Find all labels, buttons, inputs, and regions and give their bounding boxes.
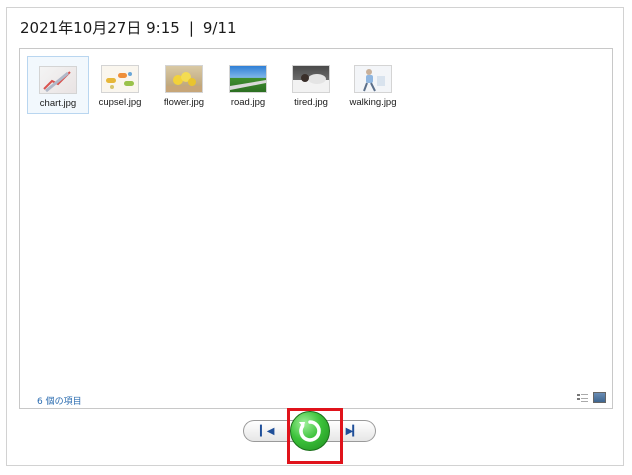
view-switcher — [576, 392, 606, 403]
skip-next-icon: ▶▎ — [345, 426, 360, 437]
capsule-thumbnail-icon — [101, 65, 139, 93]
rotate-button[interactable] — [289, 411, 330, 451]
header-title: 2021年10月27日 9:15 | 9/11 — [20, 17, 237, 38]
file-item-chart[interactable]: chart.jpg — [27, 56, 89, 114]
road-thumbnail-icon — [229, 65, 267, 93]
skip-previous-icon: ▎◀ — [260, 426, 274, 437]
file-name: flower.jpg — [163, 97, 205, 108]
file-item-walking[interactable]: walking.jpg — [342, 56, 404, 114]
walking-thumbnail-icon — [354, 65, 392, 93]
file-item-tired[interactable]: tired.jpg — [280, 56, 342, 114]
photo-position: 9/11 — [202, 19, 237, 37]
file-item-road[interactable]: road.jpg — [217, 56, 279, 114]
rotate-icon — [298, 420, 321, 442]
file-name: cupsel.jpg — [98, 97, 142, 108]
flower-thumbnail-icon — [165, 65, 203, 93]
file-list-pane: chart.jpg cupsel.jpg flower.jpg road.jpg… — [19, 48, 613, 409]
file-item-flower[interactable]: flower.jpg — [153, 56, 215, 114]
file-item-cupsel[interactable]: cupsel.jpg — [89, 56, 151, 114]
datetime-label: 2021年10月27日 9:15 — [20, 19, 180, 37]
chart-thumbnail-icon — [39, 66, 77, 94]
tired-thumbnail-icon — [292, 65, 330, 93]
item-count: 6 個の項目 — [37, 397, 82, 407]
file-name: walking.jpg — [349, 97, 397, 108]
details-view-icon[interactable] — [576, 392, 589, 403]
photo-viewer-window: 2021年10月27日 9:15 | 9/11 chart.jpg cupsel… — [6, 7, 624, 466]
playback-controls: ▎◀ ▶▎ — [243, 411, 376, 451]
header-separator: | — [188, 19, 194, 37]
next-button[interactable]: ▶▎ — [322, 420, 376, 442]
large-icons-view-icon[interactable] — [593, 392, 606, 403]
